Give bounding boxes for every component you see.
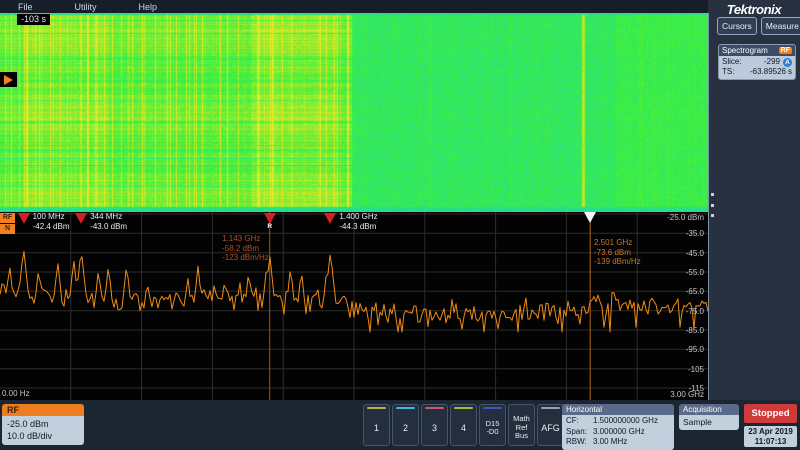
channel-button-label: 3 xyxy=(432,411,437,445)
bottom-bar: RF -25.0 dBm 10.0 dB/div 1234 D15-D0 MathR… xyxy=(0,400,800,450)
date-label: 23 Apr 2019 xyxy=(744,427,797,437)
menu-utility[interactable]: Utility xyxy=(75,2,97,12)
reference-marker-letter: R xyxy=(267,223,273,230)
slice-arrow-icon xyxy=(4,75,13,85)
slice-value: -299 xyxy=(746,57,780,67)
channel-button-label: AFG xyxy=(541,411,560,445)
x-axis-end-label: 3.00 GHz xyxy=(670,390,704,399)
ts-label: TS: xyxy=(722,67,746,77)
horizontal-panel-title: Horizontal xyxy=(562,404,674,415)
peak-marker-2501mhz[interactable] xyxy=(584,212,596,223)
spectrogram-panel-title: Spectrogram xyxy=(722,46,768,55)
right-sidebar: Tektronix Cursors Measure Spectrogram RF… xyxy=(708,0,800,400)
acquisition-panel-title: Acquisition xyxy=(679,404,739,415)
channel-button-mathrefbus[interactable]: MathRefBus xyxy=(508,404,535,446)
menu-help[interactable]: Help xyxy=(139,2,158,12)
spectrogram-rf-badge: RF xyxy=(779,47,792,54)
y-tick-6: -85.0 xyxy=(686,326,704,335)
sidebar-buttons: Cursors Measure xyxy=(717,17,800,35)
cursors-button[interactable]: Cursors xyxy=(717,17,757,35)
channel-button-d15-d0[interactable]: D15-D0 xyxy=(479,404,506,446)
channel-button-4[interactable]: 4 xyxy=(450,404,477,446)
y-tick-8: -105 xyxy=(688,365,704,374)
peak-marker-100mhz[interactable] xyxy=(18,213,30,224)
normal-trace-badge[interactable]: N xyxy=(0,224,15,234)
splitter-handle-icon[interactable] xyxy=(709,193,716,217)
slice-row: Slice: -299 A xyxy=(722,57,792,67)
channel-button-1[interactable]: 1 xyxy=(363,404,390,446)
spectrogram-panel-header: Spectrogram RF xyxy=(719,45,795,56)
tektronix-logo: Tektronix xyxy=(708,2,800,17)
horizontal-panel[interactable]: Horizontal CF:1.500000000 GHzSpan:3.0000… xyxy=(562,404,674,450)
menu-file[interactable]: File xyxy=(18,2,33,12)
measure-button[interactable]: Measure xyxy=(761,17,800,35)
spectrogram-time-cursor-label: -103 s xyxy=(17,14,50,25)
spectrogram-slice-arrow[interactable] xyxy=(0,72,17,87)
y-tick-7: -95.0 xyxy=(686,345,704,354)
spectrum-source-badges: RF N xyxy=(0,213,15,235)
rf-source-badge[interactable]: RF xyxy=(0,213,15,223)
channel-button-label: 4 xyxy=(461,411,466,445)
y-tick-2: -45.0 xyxy=(686,249,704,258)
x-axis-start-label: 0.00 Hz xyxy=(2,389,30,398)
acquisition-mode: Sample xyxy=(679,415,739,430)
ts-row: TS: -63.89526 s xyxy=(722,67,792,77)
oscilloscope-app: File Utility Help -103 s RF N 100 MHz-42.4… xyxy=(0,0,800,450)
channel-color-strip xyxy=(483,407,502,409)
spectrogram-canvas xyxy=(0,13,708,212)
channel-button-afg[interactable]: AFG xyxy=(537,404,564,446)
spectrogram-panel-body: Slice: -299 A TS: -63.89526 s xyxy=(719,56,795,79)
slice-label: Slice: xyxy=(722,57,746,67)
menu-bar: File Utility Help xyxy=(0,0,708,13)
run-stop-status-button[interactable]: Stopped xyxy=(744,404,797,423)
peak-annotation-1: 1.143 GHz-58.2 dBm-123 dBm/Hz xyxy=(222,234,269,263)
channel-color-strip xyxy=(425,407,444,409)
peak-marker-344mhz[interactable] xyxy=(75,213,87,224)
y-tick-1: -35.0 xyxy=(686,229,704,238)
rf-scale-per-div: 10.0 dB/div xyxy=(7,430,84,442)
horizontal-panel-body: CF:1.500000000 GHzSpan:3.000000 GHzRBW:3… xyxy=(562,415,674,450)
channel-button-2[interactable]: 2 xyxy=(392,404,419,446)
spectrogram-settings-panel[interactable]: Spectrogram RF Slice: -299 A TS: -63.895… xyxy=(718,44,796,80)
rf-reference-level: -25.0 dBm xyxy=(7,418,84,430)
channel-color-strip xyxy=(454,407,473,409)
marker-a-badge: A xyxy=(783,58,792,67)
acquisition-panel[interactable]: Acquisition Sample xyxy=(679,404,739,430)
spectrum-view[interactable]: RF N 100 MHz-42.4 dBm 344 MHz-43.0 dBm R 1.… xyxy=(0,212,708,400)
peak-marker-1400mhz[interactable] xyxy=(324,213,336,224)
channel-button-label: MathRefBus xyxy=(513,411,530,445)
y-tick-5: -75.0 xyxy=(686,307,704,316)
spectrogram-view[interactable]: -103 s xyxy=(0,13,708,212)
horizontal-row-rbw: RBW:3.00 MHz xyxy=(566,437,672,448)
peak-annotation-2: 2.501 GHz-73.6 dBm-139 dBm/Hz xyxy=(594,238,641,267)
y-tick-4: -65.0 xyxy=(686,287,704,296)
channel-color-strip xyxy=(396,407,415,409)
datetime-panel: 23 Apr 2019 11:07:13 xyxy=(744,426,797,447)
marker-readout-1400mhz: 1.400 GHz-44.3 dBm xyxy=(339,212,377,231)
channel-button-label: 1 xyxy=(374,411,379,445)
marker-readout-100mhz: 100 MHz-42.4 dBm xyxy=(33,212,70,231)
time-label: 11:07:13 xyxy=(744,437,797,447)
channel-button-label: 2 xyxy=(403,411,408,445)
horizontal-row-cf: CF:1.500000000 GHz xyxy=(566,416,672,427)
channel-color-strip xyxy=(367,407,386,409)
peak-marker-1143mhz[interactable]: R xyxy=(264,213,276,224)
marker-readout-344mhz: 344 MHz-43.0 dBm xyxy=(90,212,127,231)
y-tick-3: -55.0 xyxy=(686,268,704,277)
channel-color-strip xyxy=(512,407,531,409)
y-tick-0: -25.0 dBm xyxy=(667,213,704,222)
ts-unit: s xyxy=(788,67,792,77)
ts-value: -63.89526 xyxy=(746,67,786,77)
channel-button-row: 1234 D15-D0 MathRefBus AFG xyxy=(363,404,564,446)
rf-panel-body: -25.0 dBm 10.0 dB/div xyxy=(2,416,84,445)
rf-scale-panel[interactable]: RF -25.0 dBm 10.0 dB/div xyxy=(2,404,84,445)
horizontal-row-span: Span:3.000000 GHz xyxy=(566,427,672,438)
channel-button-label: D15-D0 xyxy=(486,411,500,445)
channel-color-strip xyxy=(541,407,560,409)
channel-button-3[interactable]: 3 xyxy=(421,404,448,446)
rf-panel-title: RF xyxy=(2,404,84,416)
